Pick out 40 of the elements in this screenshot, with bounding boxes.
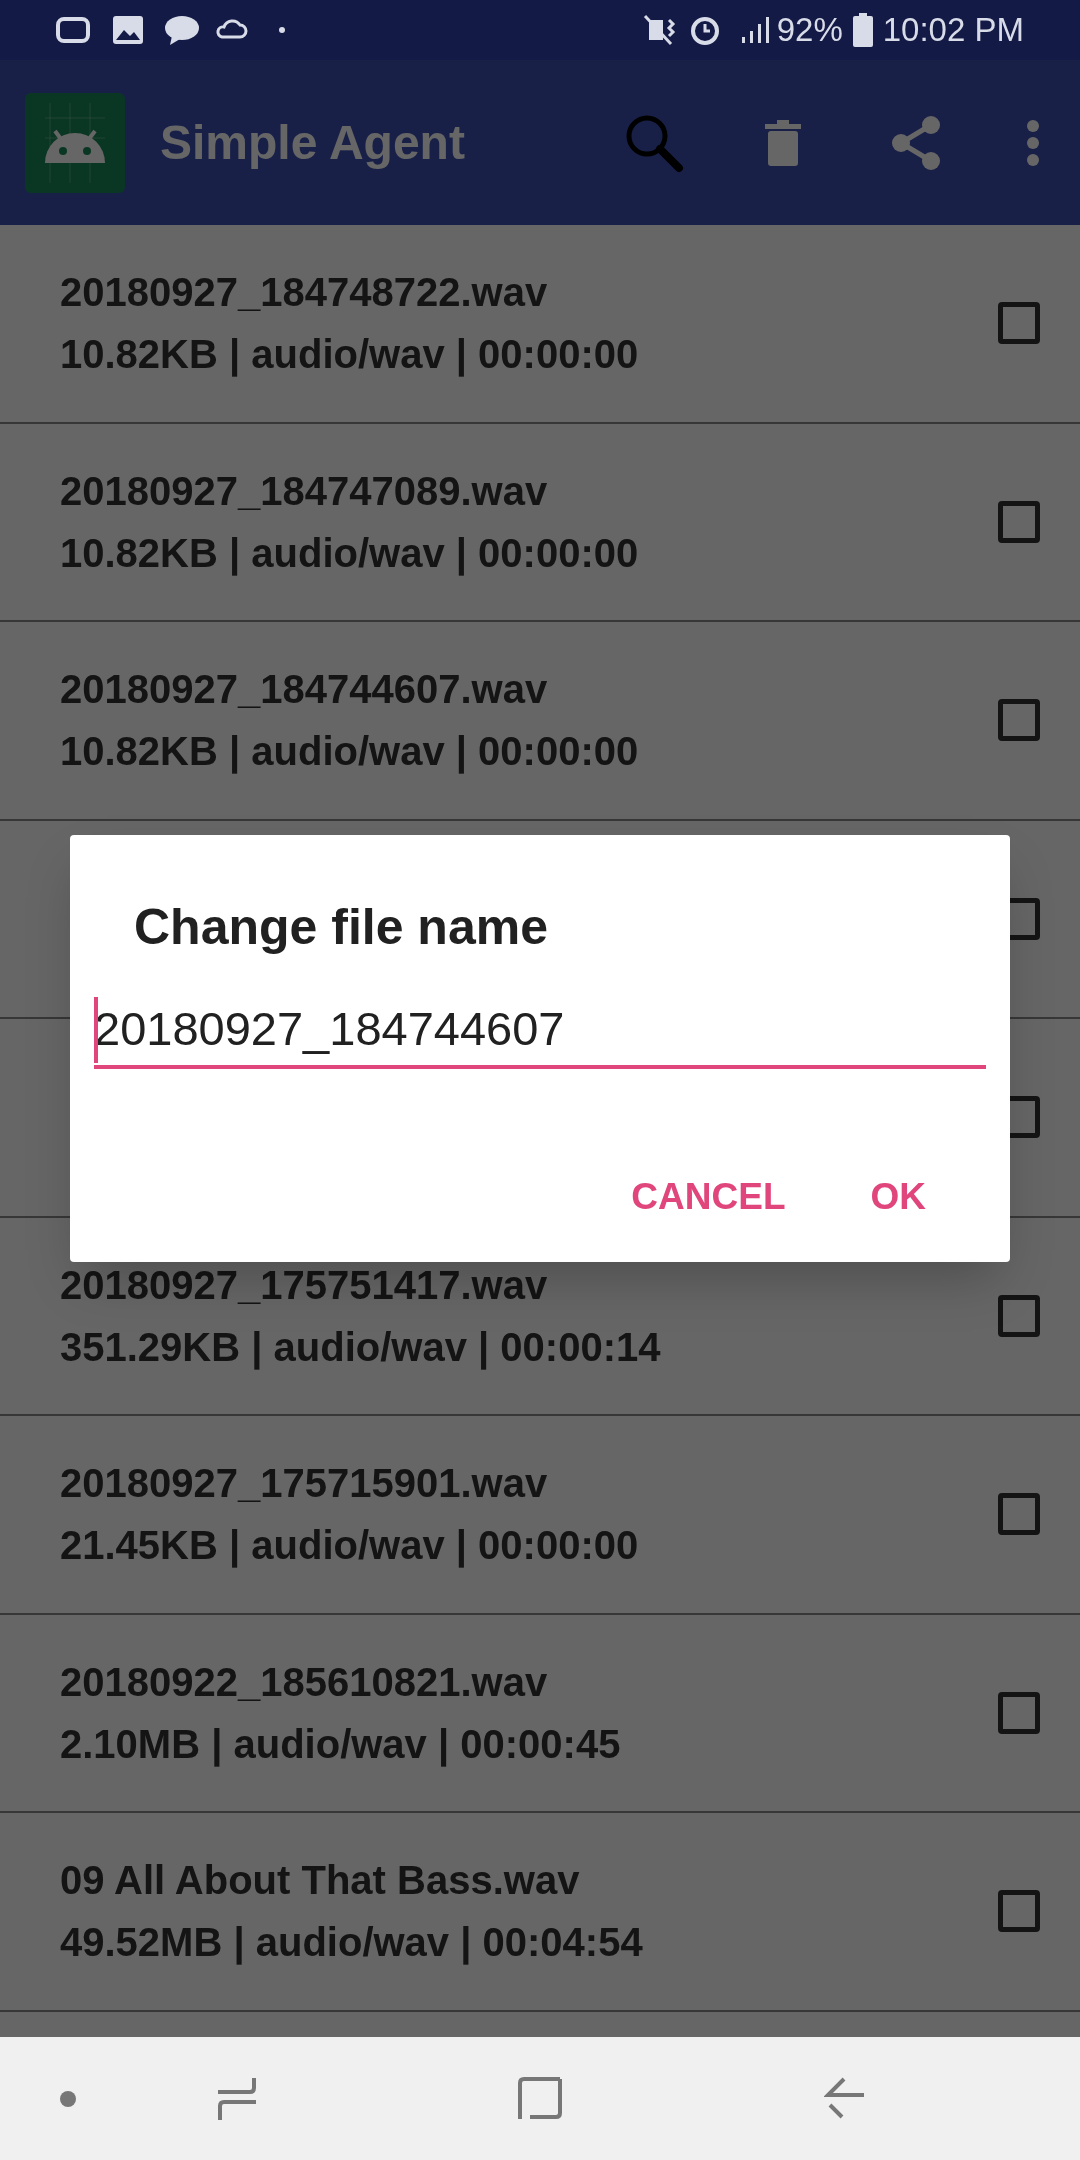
dialog-button[interactable]: OK bbox=[870, 1159, 926, 1235]
dot-icon[interactable] bbox=[60, 2090, 76, 2107]
signal-icon bbox=[740, 15, 771, 45]
app-title: Simple Agent bbox=[160, 114, 465, 171]
file-name: 09 All About That Bass.wav bbox=[60, 1860, 581, 1901]
file-name: 20180922_185610821.wav bbox=[60, 1661, 549, 1702]
checkbox[interactable] bbox=[998, 1691, 1040, 1734]
chat-bubble-icon bbox=[164, 14, 200, 46]
file-name: 20180927_175715901.wav bbox=[60, 1463, 549, 1504]
checkbox[interactable] bbox=[998, 1294, 1040, 1337]
dialog-title: Change file name bbox=[134, 898, 549, 957]
checkbox[interactable] bbox=[998, 302, 1040, 345]
file-name: 20180927_184747089.wav bbox=[60, 470, 549, 511]
battery-percentage: 92% bbox=[776, 10, 843, 51]
clock-time: 10:02 PM bbox=[882, 10, 1024, 51]
app-logo-icon bbox=[25, 92, 125, 193]
checkbox[interactable] bbox=[998, 1493, 1040, 1536]
recent-apps-icon[interactable] bbox=[216, 2075, 258, 2122]
file-details: 10.82KB | audio/wav | 00:00:00 bbox=[60, 334, 640, 375]
dialog-button[interactable]: CANCEL bbox=[631, 1159, 786, 1235]
file-name: 20180927_184744607.wav bbox=[60, 669, 549, 710]
vibrate-icon bbox=[642, 14, 677, 46]
file-details: 21.45KB | audio/wav | 00:00:00 bbox=[60, 1525, 640, 1566]
file-name: 20180927_175751417.wav bbox=[60, 1264, 549, 1305]
share-icon[interactable] bbox=[891, 114, 941, 171]
gallery-icon bbox=[112, 15, 144, 45]
delete-icon[interactable] bbox=[765, 119, 801, 166]
more-options-icon[interactable] bbox=[1026, 118, 1040, 167]
file-name: 20180927_184748722.wav bbox=[60, 272, 549, 313]
dot-icon bbox=[278, 26, 286, 34]
checkbox[interactable] bbox=[998, 699, 1040, 742]
alarm-icon bbox=[688, 14, 721, 46]
checkbox[interactable] bbox=[998, 1890, 1040, 1933]
file-details: 10.82KB | audio/wav | 00:00:00 bbox=[60, 731, 640, 772]
battery-icon bbox=[852, 13, 873, 47]
file-name-field[interactable]: 20180927_184744607 bbox=[94, 993, 986, 1069]
home-icon[interactable] bbox=[518, 2076, 562, 2121]
file-details: 49.52MB | audio/wav | 00:04:54 bbox=[60, 1922, 644, 1963]
checkbox[interactable] bbox=[998, 500, 1040, 543]
back-icon[interactable] bbox=[824, 2076, 866, 2121]
